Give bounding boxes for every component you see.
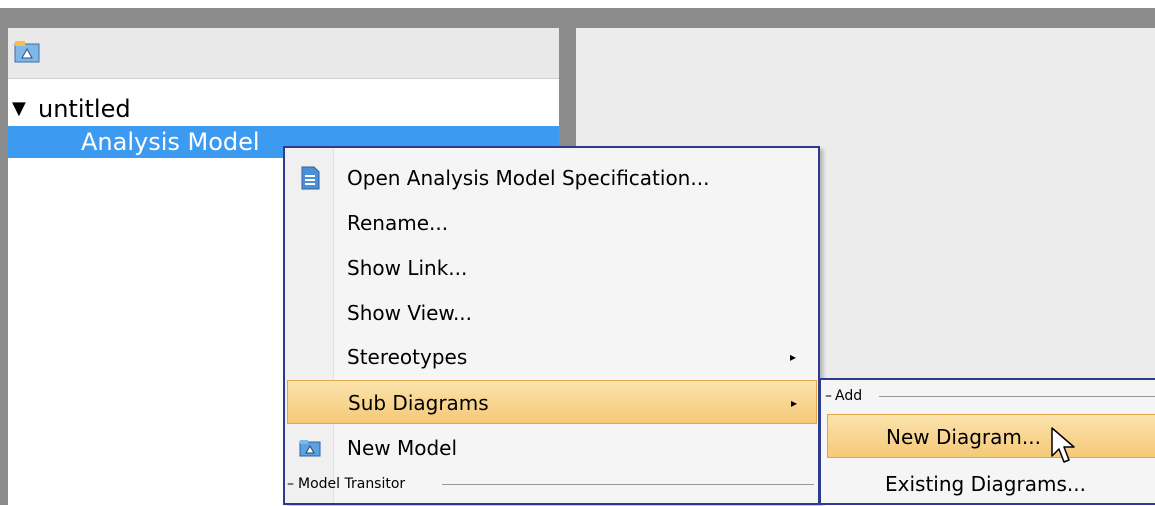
separator-line — [879, 396, 1155, 397]
menu-item-show-view[interactable]: Show View... — [287, 291, 817, 335]
submenu-arrow-icon: ▸ — [790, 350, 797, 364]
menu-item-sub-diagrams[interactable]: Sub Diagrams ▸ — [287, 380, 817, 424]
menu-item-label: Show View... — [347, 301, 473, 325]
separator-dash: – — [825, 388, 832, 404]
menu-item-label: Show Link... — [347, 256, 468, 280]
menu-item-stereotypes[interactable]: Stereotypes ▸ — [287, 335, 817, 379]
menu-section-header: – Model Transitor — [285, 474, 818, 494]
tree-item-label: Analysis Model — [81, 128, 260, 156]
menu-item-label: Open Analysis Model Specification... — [347, 166, 710, 190]
model-icon — [299, 440, 321, 457]
submenu-arrow-icon: ▸ — [791, 396, 798, 410]
separator-dash: – — [287, 476, 294, 492]
menu-item-new-diagram[interactable]: New Diagram... — [827, 414, 1155, 458]
menu-item-existing-diagrams[interactable]: Existing Diagrams... — [827, 462, 1155, 506]
menu-item-label: New Model — [347, 436, 458, 460]
menu-item-label: Sub Diagrams — [348, 391, 489, 415]
separator-line — [442, 484, 814, 485]
menu-item-new-model[interactable]: New Model — [287, 426, 817, 470]
top-strip — [0, 0, 1155, 8]
menu-item-label: Rename... — [347, 211, 449, 235]
tree-item-label: untitled — [38, 95, 131, 123]
submenu-section-label: Add — [835, 388, 863, 404]
submenu-section-header: – Add — [821, 386, 1155, 406]
panel-toolbar — [8, 28, 559, 79]
menu-item-rename[interactable]: Rename... — [287, 201, 817, 245]
menu-item-show-link[interactable]: Show Link... — [287, 246, 817, 290]
model-folder-icon[interactable] — [14, 38, 40, 64]
mouse-cursor-icon — [1051, 427, 1075, 463]
sub-diagrams-submenu: – Add New Diagram... Existing Diagrams..… — [819, 378, 1155, 505]
expand-arrow-icon[interactable]: ▼ — [12, 92, 26, 126]
menu-item-label: New Diagram... — [886, 425, 1041, 449]
menu-section-label: Model Transitor — [298, 476, 406, 492]
menu-item-open-specification[interactable]: Open Analysis Model Specification... — [287, 156, 817, 200]
context-menu: Open Analysis Model Specification... Ren… — [283, 146, 820, 505]
menu-item-label: Stereotypes — [347, 345, 468, 369]
specification-icon — [301, 166, 320, 190]
menu-item-label: Existing Diagrams... — [885, 472, 1086, 496]
tree-item-untitled[interactable]: ▼ untitled — [8, 92, 559, 126]
